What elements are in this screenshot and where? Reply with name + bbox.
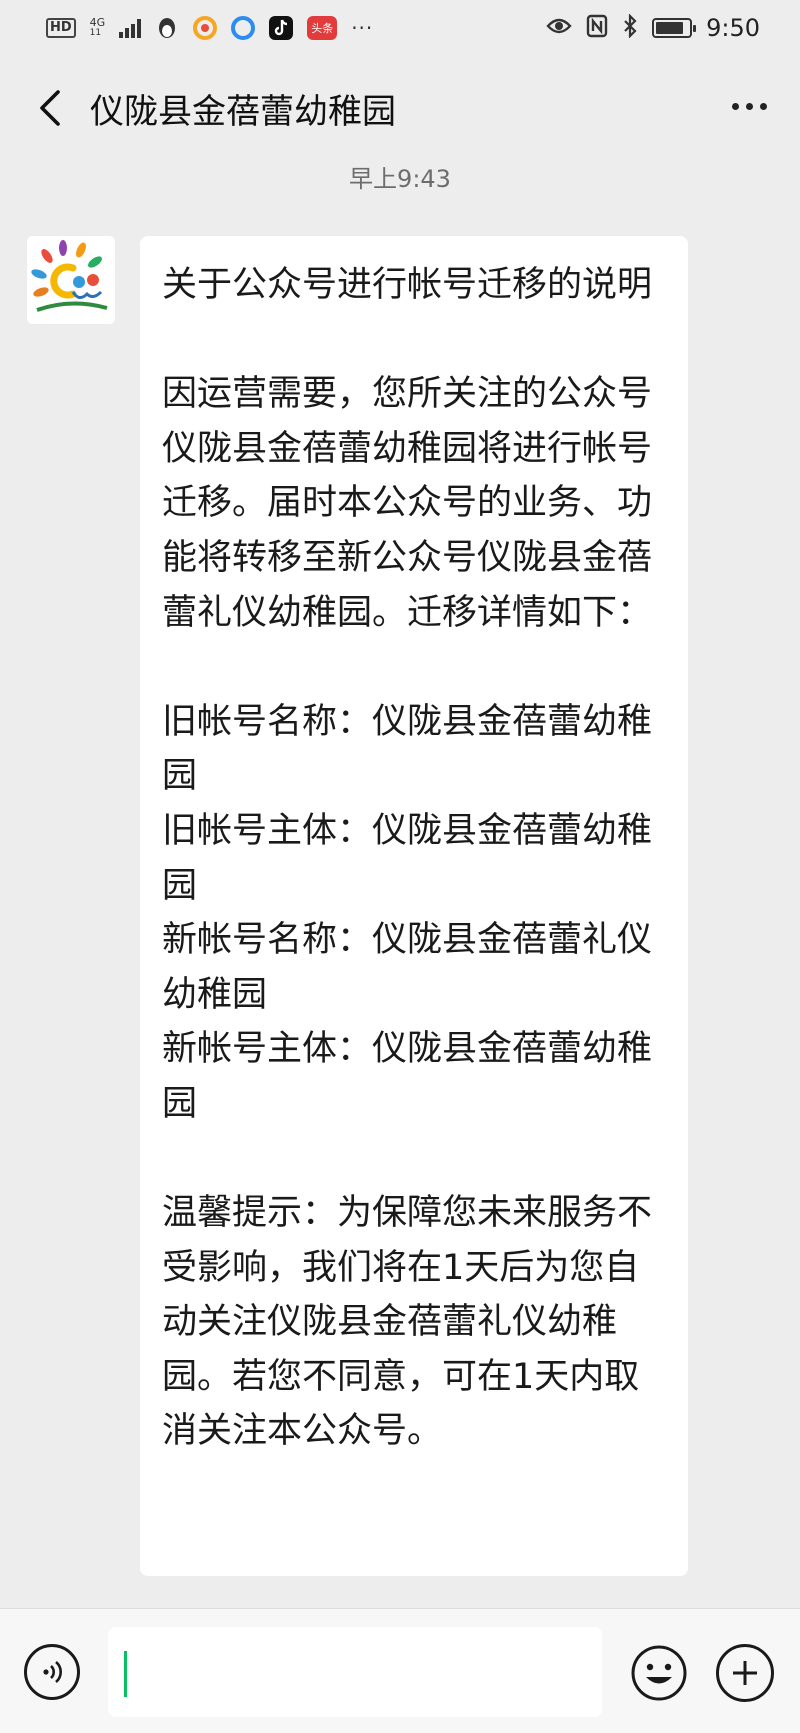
- nfc-icon: [586, 14, 608, 42]
- plus-icon: [733, 1661, 757, 1685]
- network-indicator: 4G 11: [90, 17, 106, 39]
- kindergarten-logo-avatar[interactable]: [27, 236, 115, 324]
- network-sub: 11: [89, 28, 102, 38]
- browser-app-icon: [231, 16, 256, 40]
- voice-input-icon: [43, 1661, 62, 1683]
- message-bubble[interactable]: 关于公众号进行帐号迁移的说明 因运营需要，您所关注的公众号仪陇县金蓓蕾幼稚园将进…: [140, 236, 688, 1576]
- sun-children-logo-icon: [27, 236, 115, 324]
- more-dot: [731, 102, 739, 110]
- more-button[interactable]: [726, 86, 772, 126]
- circle-app-icon: [193, 16, 218, 40]
- chevron-left-icon: [40, 90, 60, 126]
- more-dot: [745, 102, 753, 110]
- network-type: 4G: [89, 16, 106, 29]
- status-bar: HD 4G 11 头条 ··· 9:50: [0, 0, 800, 56]
- eye-icon: [546, 16, 572, 40]
- status-right: 9:50: [546, 13, 760, 42]
- voice-input-button[interactable]: [24, 1644, 80, 1700]
- battery-icon: [652, 18, 697, 38]
- more-functions-button[interactable]: [716, 1644, 774, 1702]
- clock: 9:50: [706, 14, 760, 42]
- signal-icon: [119, 18, 142, 38]
- qq-penguin-icon: [155, 16, 179, 40]
- chat-header: 仪陇县金蓓蕾幼稚园: [0, 66, 800, 150]
- battery-level-fill: [656, 22, 684, 34]
- toutiao-icon: 头条: [307, 16, 338, 40]
- chat-input-bar: [0, 1608, 800, 1733]
- more-notifications-icon: ···: [351, 16, 374, 40]
- message-timestamp: 早上9:43: [349, 165, 451, 193]
- more-dot: [759, 102, 767, 110]
- back-button[interactable]: [30, 88, 70, 128]
- message-input[interactable]: [108, 1627, 602, 1717]
- emoji-button[interactable]: [630, 1644, 688, 1702]
- bluetooth-icon: [622, 13, 638, 42]
- emoji-icon: [631, 1645, 687, 1701]
- hd-indicator: HD: [46, 18, 76, 38]
- status-left: HD 4G 11 头条 ···: [46, 16, 373, 40]
- text-caret: [124, 1651, 127, 1697]
- chat-title: 仪陇县金蓓蕾幼稚园: [90, 92, 396, 132]
- tiktok-icon: [269, 16, 294, 40]
